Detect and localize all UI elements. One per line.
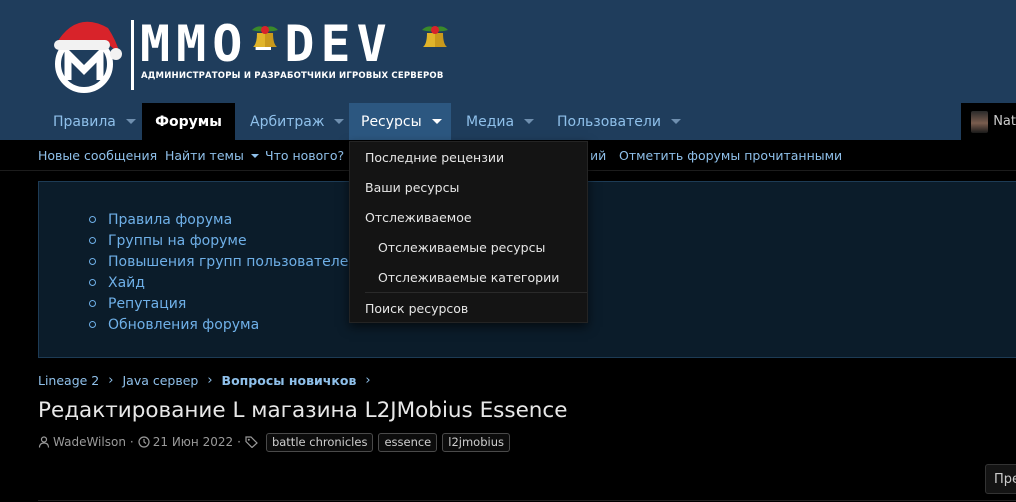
chevron-right-icon: › <box>108 372 114 388</box>
caret-down-icon[interactable] <box>334 119 345 124</box>
caret-down-icon[interactable] <box>125 119 136 124</box>
breadcrumb-item-lineage2[interactable]: Lineage 2 <box>38 373 99 388</box>
christmas-bell-icon-2 <box>422 26 448 47</box>
chevron-right-icon: › <box>365 372 371 388</box>
logo-santa-hat-icon[interactable] <box>46 14 122 94</box>
site-header: MMO-DEV АДМИНИСТРАТОРЫ И РАЗРАБОТЧИКИ ИГ… <box>0 0 1016 103</box>
tab-label: Ресурсы <box>361 113 422 130</box>
menu-item-latest-reviews[interactable]: Последние рецензии <box>350 142 589 172</box>
christmas-bell-icon <box>252 26 278 47</box>
breadcrumb: Lineage 2 › Java сервер › Вопросы новичк… <box>38 372 380 388</box>
bullet-icon <box>89 216 96 223</box>
thread-author[interactable]: WadeWilson <box>53 435 126 449</box>
subnav-find-threads[interactable]: Найти темы <box>165 140 259 171</box>
tag-essence[interactable]: essence <box>378 432 438 452</box>
breadcrumb-item-java-server[interactable]: Java сервер <box>122 373 198 388</box>
caret-down-icon[interactable] <box>431 119 442 124</box>
tab-label: Арбитраж <box>250 113 325 130</box>
tab-media[interactable]: Медиа <box>454 103 546 140</box>
notice-link-label: Репутация <box>108 295 187 312</box>
notice-link-label: Повышения групп пользователей <box>108 253 358 270</box>
subnav-whats-new[interactable]: Что нового? <box>265 140 360 171</box>
notice-link-label: Обновления форума <box>108 316 260 333</box>
meta-separator: · <box>237 435 241 449</box>
tab-label: Пользователи <box>557 113 661 130</box>
tag-l2jmobius[interactable]: l2jmobius <box>442 432 510 452</box>
logo-tagline: АДМИНИСТРАТОРЫ И РАЗРАБОТЧИКИ ИГРОВЫХ СЕ… <box>141 71 444 81</box>
bullet-icon <box>89 237 96 244</box>
subnav-label: Найти темы <box>165 148 244 163</box>
user-account-menu[interactable]: Nat <box>961 103 1016 140</box>
page-action-button[interactable]: Пре <box>985 464 1016 494</box>
notice-link-forum-groups[interactable]: Группы на форуме <box>89 230 357 251</box>
subnav-mark-forums-read[interactable]: Отметить форумы прочитанными <box>619 140 842 171</box>
caret-down-icon[interactable] <box>670 119 681 124</box>
notice-link-hide[interactable]: Хайд <box>89 272 357 293</box>
bullet-icon <box>89 258 96 265</box>
caret-down-icon[interactable] <box>524 119 535 124</box>
tag-icon <box>245 436 258 448</box>
menu-item-your-resources[interactable]: Ваши ресурсы <box>350 172 589 202</box>
meta-separator: · <box>129 435 134 449</box>
tag-battle-chronicles[interactable]: battle chronicles <box>265 432 374 452</box>
divider <box>38 500 1016 501</box>
subnav-partial-link[interactable]: ий <box>590 140 606 171</box>
notice-link-group-promotions[interactable]: Повышения групп пользователей <box>89 251 357 272</box>
user-icon <box>38 436 50 448</box>
subnav-new-posts[interactable]: Новые сообщения <box>38 140 157 171</box>
notice-link-label: Группы на форуме <box>108 232 247 249</box>
main-nav: Правила Форумы Арбитраж Ресурсы Медиа По… <box>0 103 1016 143</box>
notice-link-reputation[interactable]: Репутация <box>89 293 357 314</box>
tab-label: Правила <box>53 113 116 130</box>
notice-links-list: Правила форума Группы на форуме Повышени… <box>89 209 357 335</box>
chevron-right-icon: › <box>207 372 213 388</box>
bullet-icon <box>89 279 96 286</box>
thread-date[interactable]: 21 Июн 2022 <box>153 435 233 449</box>
subnav-label: Новые сообщения <box>38 148 158 163</box>
avatar <box>971 110 989 133</box>
tab-label: Форумы <box>155 113 222 130</box>
bullet-icon <box>89 300 96 307</box>
caret-down-icon[interactable] <box>250 153 259 158</box>
notice-link-forum-rules[interactable]: Правила форума <box>89 209 357 230</box>
clock-icon <box>138 436 150 448</box>
tab-rules[interactable]: Правила <box>41 103 148 140</box>
notice-link-label: Хайд <box>108 274 145 291</box>
resources-dropdown-menu: Последние рецензии Ваши ресурсы Отслежив… <box>349 141 588 323</box>
subnav-label: ий <box>590 148 607 163</box>
notice-link-forum-updates[interactable]: Обновления форума <box>89 314 357 335</box>
breadcrumb-item-newbie-questions[interactable]: Вопросы новичков <box>222 373 357 388</box>
menu-item-watched-resources[interactable]: Отслеживаемые ресурсы <box>350 232 589 262</box>
subnav-label: Отметить форумы прочитанными <box>619 148 843 163</box>
menu-item-watched[interactable]: Отслеживаемое <box>350 202 589 232</box>
bullet-icon <box>89 321 96 328</box>
menu-item-watched-categories[interactable]: Отслеживаемые категории <box>350 262 589 292</box>
subnav-label: Что нового? <box>265 148 345 163</box>
user-name: Nat <box>993 114 1016 129</box>
tab-label: Медиа <box>466 113 515 130</box>
tab-forums[interactable]: Форумы <box>142 103 235 140</box>
tab-arbitration[interactable]: Арбитраж <box>238 103 356 140</box>
notice-link-label: Правила форума <box>108 211 233 228</box>
tab-resources[interactable]: Ресурсы <box>349 103 451 143</box>
menu-item-search-resources[interactable]: Поиск ресурсов <box>350 293 589 323</box>
logo-divider <box>131 20 134 90</box>
tab-users[interactable]: Пользователи <box>545 103 693 140</box>
thread-meta: WadeWilson · 21 Июн 2022 · battle chroni… <box>38 432 510 452</box>
page-title: Редактирование L магазина L2JMobius Esse… <box>38 398 568 423</box>
